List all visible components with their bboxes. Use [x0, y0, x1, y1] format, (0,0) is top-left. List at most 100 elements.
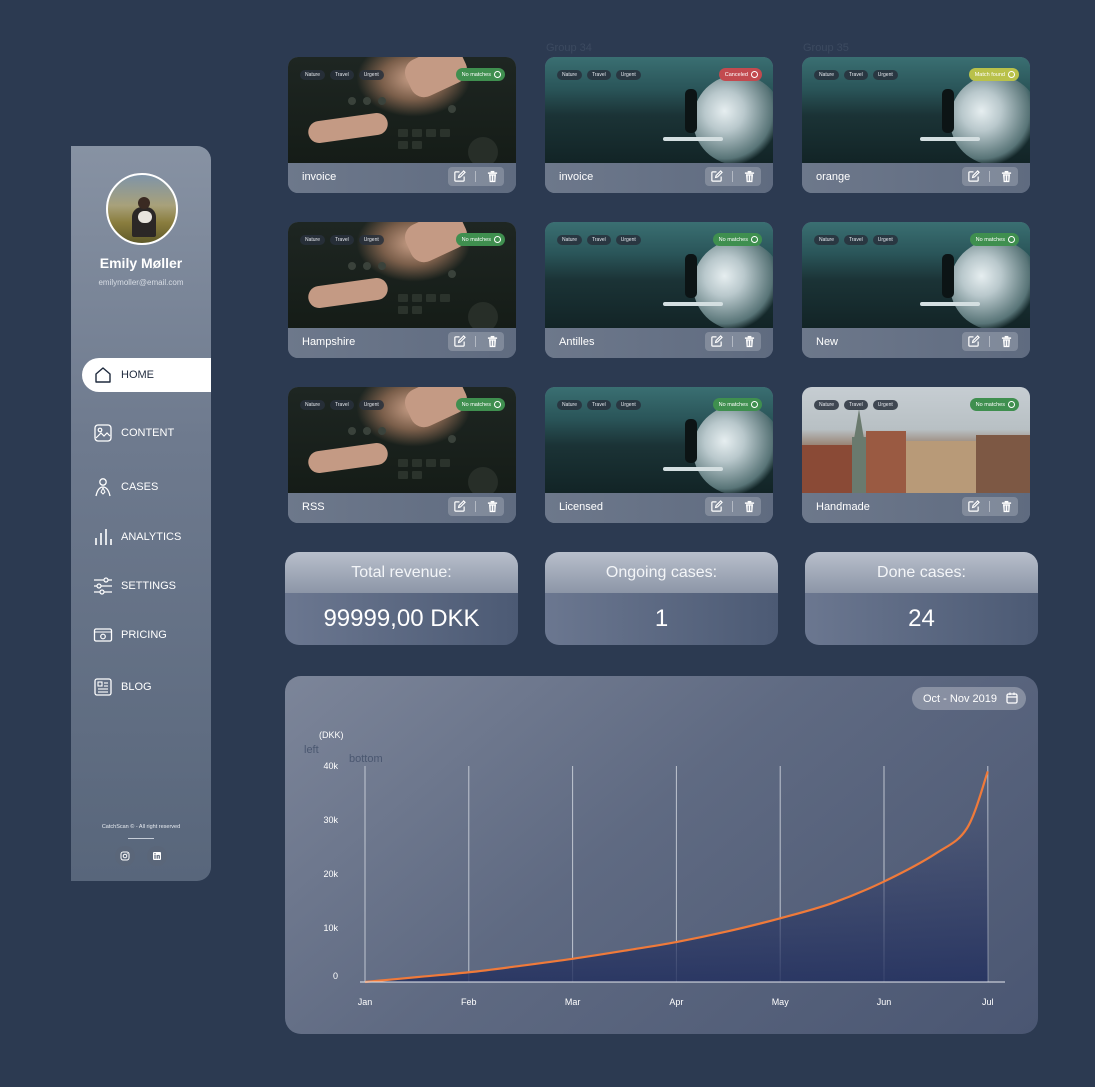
- content-card[interactable]: Nature Travel Urgent No matches RSS: [288, 387, 516, 523]
- sidebar-item-analytics[interactable]: ANALYTICS: [82, 520, 211, 554]
- delete-button[interactable]: [741, 499, 757, 515]
- edit-icon: [968, 335, 981, 347]
- status-badge: No matches: [455, 233, 505, 246]
- tag[interactable]: Travel: [587, 400, 611, 410]
- sidebar-item-cases[interactable]: CASES: [82, 470, 211, 504]
- card-footer: Hampshire: [288, 328, 516, 358]
- tag[interactable]: Nature: [300, 400, 326, 410]
- instagram-icon[interactable]: [115, 846, 135, 866]
- content-card[interactable]: Nature Travel Urgent No matches Licensed: [545, 387, 773, 523]
- card-actions: [448, 332, 504, 351]
- content-card[interactable]: Nature Travel Urgent No matches Handmade: [802, 387, 1030, 523]
- card-actions: [448, 497, 504, 516]
- delete-button[interactable]: [741, 334, 757, 350]
- date-range-label: Oct - Nov 2019: [923, 692, 997, 705]
- tag[interactable]: Nature: [557, 70, 583, 80]
- user-name: Emily Møller: [99, 255, 183, 271]
- x-tick-label: Apr: [669, 997, 683, 1007]
- tag[interactable]: Travel: [844, 70, 868, 80]
- calendar-icon: [1006, 692, 1018, 704]
- edit-button[interactable]: [452, 334, 468, 350]
- tag[interactable]: Urgent: [358, 400, 384, 410]
- tag[interactable]: Nature: [300, 235, 326, 245]
- sidebar-item-blog[interactable]: BLOG: [82, 670, 211, 704]
- content-card[interactable]: Nature Travel Urgent No matches Hampshire: [288, 222, 516, 358]
- tag[interactable]: Travel: [587, 70, 611, 80]
- ghost-label-left: left: [304, 744, 319, 756]
- card-title: Handmade: [816, 501, 870, 513]
- tag[interactable]: Travel: [844, 400, 868, 410]
- money-icon: [93, 625, 113, 645]
- sidebar-item-label: BLOG: [121, 681, 152, 693]
- tag[interactable]: Nature: [814, 235, 840, 245]
- tag[interactable]: Nature: [557, 235, 583, 245]
- tag[interactable]: Nature: [814, 70, 840, 80]
- tag[interactable]: Nature: [557, 400, 583, 410]
- content-card[interactable]: Nature Travel Urgent No matches Antilles: [545, 222, 773, 358]
- date-range-picker[interactable]: Oct - Nov 2019: [912, 687, 1026, 710]
- status-icon: [1008, 71, 1015, 78]
- card-title: RSS: [302, 501, 325, 513]
- edit-button[interactable]: [966, 169, 982, 185]
- tag[interactable]: Travel: [587, 235, 611, 245]
- tag[interactable]: Urgent: [358, 70, 384, 80]
- tag[interactable]: Urgent: [872, 400, 898, 410]
- card-title: Licensed: [559, 501, 604, 513]
- tag[interactable]: Travel: [330, 70, 354, 80]
- tag-list: Nature Travel Urgent: [300, 235, 384, 245]
- content-card[interactable]: Nature Travel Urgent No matches invoice: [288, 57, 516, 193]
- tag[interactable]: Nature: [814, 400, 840, 410]
- edit-button[interactable]: [709, 334, 725, 350]
- sidebar-item-pricing[interactable]: PRICING: [82, 618, 211, 652]
- x-tick-label: Mar: [565, 997, 581, 1007]
- status-icon: [751, 71, 758, 78]
- edit-button[interactable]: [452, 499, 468, 515]
- delete-button[interactable]: [998, 169, 1014, 185]
- tag[interactable]: Travel: [844, 235, 868, 245]
- delete-button[interactable]: [484, 334, 500, 350]
- sidebar-item-home[interactable]: HOME: [82, 358, 211, 392]
- avatar[interactable]: [106, 173, 178, 245]
- tag[interactable]: Travel: [330, 235, 354, 245]
- edit-button[interactable]: [709, 499, 725, 515]
- content-card[interactable]: Nature Travel Urgent Canceled invoice: [545, 57, 773, 193]
- tag[interactable]: Nature: [300, 70, 326, 80]
- edit-button[interactable]: [966, 499, 982, 515]
- status-icon: [1008, 236, 1015, 243]
- y-axis-label: (DKK): [319, 730, 344, 740]
- tag[interactable]: Urgent: [615, 70, 641, 80]
- linkedin-icon[interactable]: [147, 846, 167, 866]
- content-card[interactable]: Nature Travel Urgent Match found orange: [802, 57, 1030, 193]
- tag[interactable]: Urgent: [358, 235, 384, 245]
- status-icon: [494, 236, 501, 243]
- delete-button[interactable]: [998, 499, 1014, 515]
- tag[interactable]: Travel: [330, 400, 354, 410]
- tag[interactable]: Urgent: [872, 235, 898, 245]
- delete-button[interactable]: [741, 169, 757, 185]
- tag-list: Nature Travel Urgent: [300, 400, 384, 410]
- delete-button[interactable]: [998, 334, 1014, 350]
- tag[interactable]: Urgent: [615, 235, 641, 245]
- sidebar-item-settings[interactable]: SETTINGS: [82, 569, 211, 603]
- delete-button[interactable]: [484, 499, 500, 515]
- edit-button[interactable]: [452, 169, 468, 185]
- status-badge: No matches: [969, 398, 1019, 411]
- delete-button[interactable]: [484, 169, 500, 185]
- tag-list: Nature Travel Urgent: [557, 235, 641, 245]
- sidebar-item-label: PRICING: [121, 629, 167, 641]
- edit-button[interactable]: [709, 169, 725, 185]
- divider: [128, 838, 154, 839]
- tag[interactable]: Urgent: [615, 400, 641, 410]
- status-icon: [494, 71, 501, 78]
- status-label: No matches: [461, 236, 491, 243]
- tag[interactable]: Urgent: [872, 70, 898, 80]
- edit-icon: [454, 500, 467, 512]
- status-badge: Canceled: [718, 68, 762, 81]
- status-label: Match found: [974, 71, 1005, 78]
- x-tick-label: May: [772, 997, 790, 1007]
- sidebar-item-content[interactable]: CONTENT: [82, 416, 211, 450]
- status-badge: Match found: [968, 68, 1019, 81]
- content-card[interactable]: Nature Travel Urgent No matches New: [802, 222, 1030, 358]
- edit-button[interactable]: [966, 334, 982, 350]
- trash-icon: [744, 335, 754, 348]
